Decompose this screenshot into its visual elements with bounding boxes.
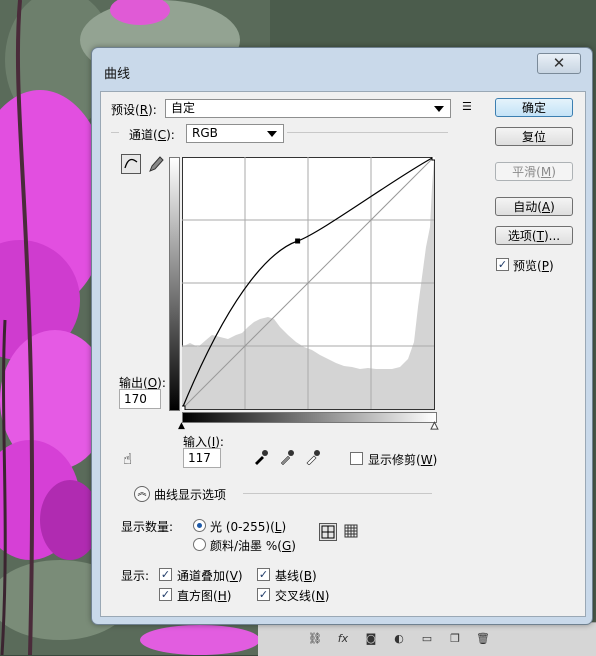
intersection-line-checkbox[interactable]: ✓ xyxy=(257,588,270,601)
channel-select[interactable]: RGB xyxy=(186,124,284,143)
fx-icon[interactable]: fx xyxy=(336,633,350,645)
histogram-checkbox[interactable]: ✓ xyxy=(159,588,172,601)
menu-icon[interactable]: ☰ xyxy=(462,100,472,113)
layers-panel-toolbar: ⛓ fx ◙ ◐ ▭ ❐ 🗑 xyxy=(258,622,596,656)
histogram-label: 直方图(H) xyxy=(177,589,232,603)
curve-edit-icon[interactable] xyxy=(121,154,141,174)
output-gradient-bar xyxy=(169,157,180,411)
smooth-button[interactable]: 平滑(M) xyxy=(495,162,573,181)
trash-icon[interactable]: 🗑 xyxy=(476,633,490,645)
adjustment-icon[interactable]: ◐ xyxy=(392,633,406,645)
pigment-label: 颜料/油墨 %(G) xyxy=(210,539,296,553)
pencil-icon[interactable] xyxy=(146,154,166,174)
new-layer-icon[interactable]: ❐ xyxy=(448,633,462,645)
dialog-body: 预设(R): 自定 ☰ 确定 复位 平滑(M) 自动(A) 选项(T)... ✓… xyxy=(100,91,586,617)
show-clipping-checkbox[interactable] xyxy=(350,452,363,465)
show-clipping-label: 显示修剪(W) xyxy=(368,453,438,467)
output-field[interactable]: 170 xyxy=(119,389,161,409)
link-icon[interactable]: ⛓ xyxy=(308,633,322,645)
input-field[interactable]: 117 xyxy=(183,448,221,468)
curve-graph[interactable] xyxy=(182,157,435,410)
dialog-title: 曲线 xyxy=(104,67,131,82)
light-label: 光 (0-255)(L) xyxy=(210,520,287,534)
preview-label: 预览(P) xyxy=(513,259,554,273)
black-point-slider[interactable]: ▲ xyxy=(178,421,185,431)
show-amount-label: 显示数量: xyxy=(121,520,174,534)
curves-dialog: 曲线 ✕ 预设(R): 自定 ☰ 确定 复位 平滑(M) 自动(A) 选项(T)… xyxy=(91,47,593,625)
gray-eyedropper-icon[interactable] xyxy=(279,449,295,465)
white-eyedropper-icon[interactable] xyxy=(305,449,321,465)
chevron-down-icon xyxy=(267,131,277,137)
baseline-label: 基线(B) xyxy=(275,569,317,583)
pigment-radio[interactable] xyxy=(193,538,206,551)
light-radio[interactable] xyxy=(193,519,206,532)
mask-icon[interactable]: ◙ xyxy=(364,633,378,645)
chevron-down-icon xyxy=(434,106,444,112)
preset-select[interactable]: 自定 xyxy=(165,99,451,118)
close-button[interactable]: ✕ xyxy=(537,53,581,74)
curve-endpoint-black[interactable] xyxy=(182,405,186,410)
ok-button[interactable]: 确定 xyxy=(495,98,573,117)
input-gradient-bar xyxy=(182,412,437,423)
channel-overlays-checkbox[interactable]: ✓ xyxy=(159,568,172,581)
options-button[interactable]: 选项(T)... xyxy=(495,226,573,245)
intersection-line-label: 交叉线(N) xyxy=(275,589,330,603)
channel-overlays-label: 通道叠加(V) xyxy=(177,569,243,583)
target-adjust-icon[interactable]: ☝ xyxy=(123,450,132,468)
baseline-checkbox[interactable]: ✓ xyxy=(257,568,270,581)
black-eyedropper-icon[interactable] xyxy=(253,449,269,465)
channel-label: 通道(C): xyxy=(129,128,175,142)
curve-display-options-label: 曲线显示选项 xyxy=(154,488,227,502)
show-label: 显示: xyxy=(121,569,150,583)
preset-label: 预设(R): xyxy=(111,103,157,117)
folder-icon[interactable]: ▭ xyxy=(420,633,434,645)
curve-endpoint-white[interactable] xyxy=(431,157,435,161)
grid-4x4-icon[interactable] xyxy=(319,523,337,541)
preview-checkbox[interactable]: ✓ xyxy=(496,258,509,271)
grid-10x10-icon[interactable] xyxy=(343,523,361,541)
curve-control-point[interactable] xyxy=(295,238,301,244)
reset-button[interactable]: 复位 xyxy=(495,127,573,146)
collapse-chevron-icon[interactable]: ︽ xyxy=(134,486,150,502)
white-point-slider[interactable]: ▲ xyxy=(431,421,439,432)
auto-button[interactable]: 自动(A) xyxy=(495,197,573,216)
